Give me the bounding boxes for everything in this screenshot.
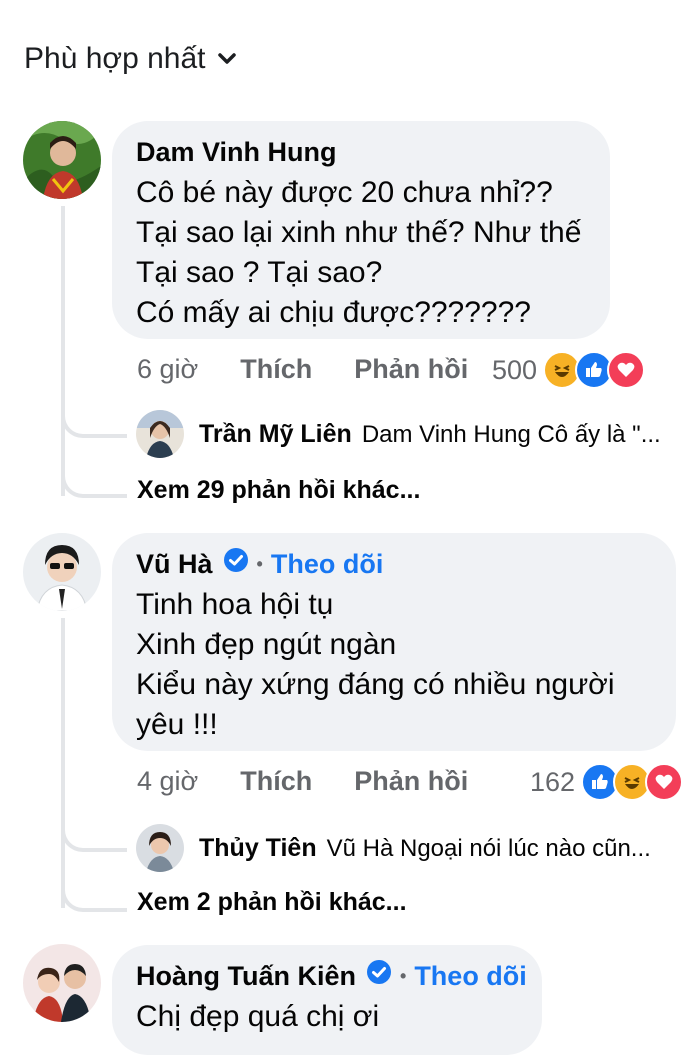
comment-bubble: Hoàng Tuấn Kiên • Theo dõi Chị đẹp quá c… xyxy=(112,945,542,1055)
reply-text: Vũ Hà Ngoại nói lúc nào cũn... xyxy=(326,834,651,862)
comment-bubble: Dam Vinh Hung Cô bé này được 20 chưa nhỉ… xyxy=(112,121,610,339)
separator-dot: • xyxy=(400,966,407,986)
follow-button[interactable]: Theo dõi xyxy=(414,959,526,993)
love-reaction-icon xyxy=(607,351,646,389)
separator-dot: • xyxy=(256,554,263,574)
follow-button[interactable]: Theo dõi xyxy=(271,547,383,581)
comment-bubble: Vũ Hà • Theo dõi Tinh hoa hội tụ Xinh đẹ… xyxy=(112,533,676,751)
comment-time[interactable]: 6 giờ xyxy=(137,354,198,385)
verified-badge-icon xyxy=(366,959,392,993)
thread-branch xyxy=(61,874,127,912)
view-more-replies[interactable]: Xem 2 phản hồi khác... xyxy=(137,888,407,917)
avatar[interactable] xyxy=(23,944,101,1022)
comment-time[interactable]: 4 giờ xyxy=(137,766,198,797)
comment-text: Tinh hoa hội tụ Xinh đẹp ngút ngàn Kiểu … xyxy=(136,588,615,741)
reaction-summary[interactable]: 162 xyxy=(530,763,684,801)
reply-button[interactable]: Phản hồi xyxy=(354,766,468,797)
love-reaction-icon xyxy=(645,763,684,801)
avatar[interactable] xyxy=(136,410,184,458)
comment-text: Chị đẹp quá chị ơi xyxy=(136,1000,380,1033)
avatar[interactable] xyxy=(23,533,101,611)
reply-author[interactable]: Thủy Tiên xyxy=(199,834,317,863)
reply-button[interactable]: Phản hồi xyxy=(354,354,468,385)
comment-author[interactable]: Dam Vinh Hung xyxy=(136,135,337,169)
comment-author[interactable]: Vũ Hà xyxy=(136,547,213,581)
thread-branch xyxy=(61,814,127,852)
view-more-replies[interactable]: Xem 29 phản hồi khác... xyxy=(137,476,420,505)
reaction-summary[interactable]: 500 xyxy=(492,351,646,389)
sort-dropdown[interactable]: Phù hợp nhất xyxy=(24,42,237,76)
sort-label: Phù hợp nhất xyxy=(24,42,206,75)
thread-branch xyxy=(61,400,127,438)
thread-branch xyxy=(61,460,127,498)
reply-preview[interactable]: Trần Mỹ Liên Dam Vinh Hung Cô ấy là "... xyxy=(199,420,661,449)
thread-line xyxy=(61,618,65,908)
reply-preview[interactable]: Thủy Tiên Vũ Hà Ngoại nói lúc nào cũn... xyxy=(199,834,651,863)
reply-text: Dam Vinh Hung Cô ấy là "... xyxy=(361,420,661,448)
comment-actions: 4 giờ Thích Phản hồi xyxy=(137,766,510,797)
avatar[interactable] xyxy=(136,824,184,872)
comment-author[interactable]: Hoàng Tuấn Kiên xyxy=(136,959,356,993)
reply-author[interactable]: Trần Mỹ Liên xyxy=(199,420,352,449)
avatar[interactable] xyxy=(23,121,101,199)
verified-badge-icon xyxy=(223,547,249,581)
comment-text: Cô bé này được 20 chưa nhỉ?? Tại sao lại… xyxy=(136,176,582,329)
chevron-down-icon xyxy=(218,53,237,64)
like-button[interactable]: Thích xyxy=(240,766,312,797)
like-button[interactable]: Thích xyxy=(240,354,312,385)
comment-actions: 6 giờ Thích Phản hồi xyxy=(137,354,510,385)
reaction-count: 162 xyxy=(530,766,576,797)
thread-line xyxy=(61,206,65,496)
reaction-count: 500 xyxy=(492,354,538,385)
